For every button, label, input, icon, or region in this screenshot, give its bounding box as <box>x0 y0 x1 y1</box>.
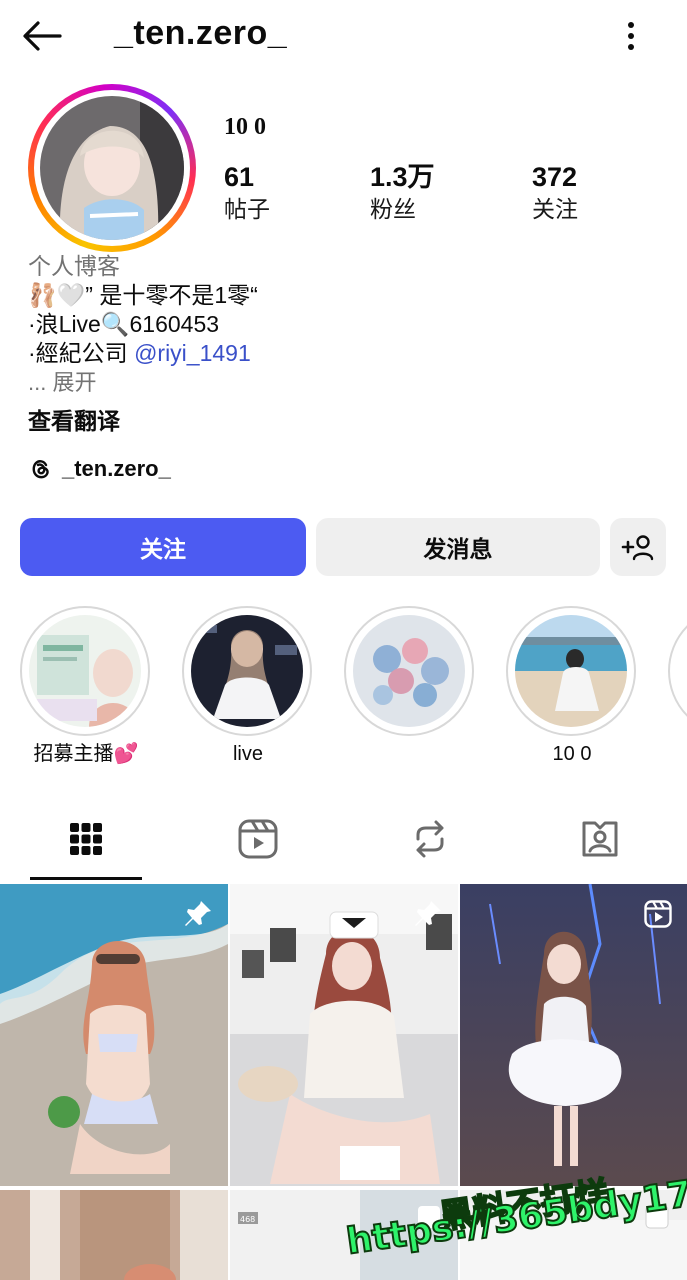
highlight-label: 招募主播💕 <box>33 743 139 765</box>
posts-count[interactable]: 61 帖子 <box>224 160 270 224</box>
story-highlight[interactable] <box>344 606 476 768</box>
see-translation-link[interactable]: 查看翻译 <box>28 402 120 436</box>
profile-username: _ten.zero_ <box>114 14 288 52</box>
tab-posts-grid[interactable] <box>56 814 116 864</box>
top-bar: _ten.zero_ <box>0 0 687 72</box>
more-options-button[interactable] <box>616 16 646 56</box>
svg-text:468: 468 <box>240 1215 255 1224</box>
post-thumbnail[interactable] <box>0 1190 228 1280</box>
profile-bio: 个人博客 🩰🤍” 是十零不是1零“ ·浪Live🔍6160453 ·經紀公司 @… <box>28 252 628 397</box>
pin-icon <box>415 901 441 926</box>
story-highlight[interactable]: 10 0 <box>506 606 638 768</box>
highlight-cover <box>344 606 474 736</box>
threads-link[interactable]: _ten.zero_ <box>28 454 171 484</box>
stat-label: 帖子 <box>224 196 270 222</box>
reels-icon <box>644 900 672 928</box>
followers-count[interactable]: 1.3万 粉丝 <box>370 160 435 224</box>
threads-handle: _ten.zero_ <box>62 456 171 481</box>
story-highlight[interactable]: 招募主播💕 <box>20 606 152 768</box>
stat-value: 1.3万 <box>370 162 435 192</box>
profile-display-name: 10 0 <box>224 114 266 140</box>
bio-line: ·浪Live🔍6160453 <box>28 311 220 337</box>
tagged-icon <box>582 821 618 857</box>
tab-tagged[interactable] <box>570 814 630 864</box>
stat-value: 61 <box>224 162 255 192</box>
follow-button[interactable]: 关注 <box>20 518 306 576</box>
post-thumbnail[interactable] <box>230 884 458 1186</box>
post-thumbnail[interactable] <box>0 884 228 1186</box>
pin-icon <box>185 901 211 926</box>
highlight-cover <box>182 606 312 736</box>
tab-reels[interactable] <box>228 814 288 864</box>
bio-line: ·經紀公司 @riyi_1491 <box>28 339 628 368</box>
mention-link[interactable]: @riyi_1491 <box>134 340 251 366</box>
bio-line: 🩰🤍” 是十零不是1零“ <box>28 282 258 308</box>
following-count[interactable]: 372 关注 <box>532 160 578 224</box>
message-button[interactable]: 发消息 <box>316 518 600 576</box>
tab-reposts[interactable] <box>400 814 460 864</box>
highlight-label: 10 0 <box>552 743 592 765</box>
grid-icon <box>70 823 102 855</box>
back-button[interactable] <box>20 18 64 54</box>
stat-value: 372 <box>532 162 578 192</box>
highlight-cover <box>668 606 687 736</box>
more-vertical-icon <box>628 22 634 50</box>
highlight-cover <box>20 606 150 736</box>
stat-label: 粉丝 <box>370 196 416 222</box>
highlight-cover <box>506 606 636 736</box>
threads-icon <box>32 460 49 479</box>
highlight-label <box>344 740 476 768</box>
profile-category: 个人博客 <box>28 253 120 279</box>
arrow-left-icon <box>23 21 62 51</box>
suggested-users-button[interactable] <box>610 518 666 576</box>
active-tab-indicator <box>30 877 142 880</box>
expand-bio-link[interactable]: ... 展开 <box>28 368 628 397</box>
highlight-label: live <box>232 743 263 765</box>
reels-icon <box>238 819 278 859</box>
add-person-icon <box>621 535 654 561</box>
story-highlight[interactable] <box>668 606 687 736</box>
bio-line-text: ·經紀公司 <box>28 340 135 366</box>
profile-avatar[interactable] <box>28 84 196 252</box>
stat-label: 关注 <box>532 196 578 222</box>
post-thumbnail[interactable] <box>460 884 687 1186</box>
reposts-icon <box>416 820 444 858</box>
story-highlight[interactable]: live <box>182 606 314 768</box>
avatar <box>40 96 184 240</box>
